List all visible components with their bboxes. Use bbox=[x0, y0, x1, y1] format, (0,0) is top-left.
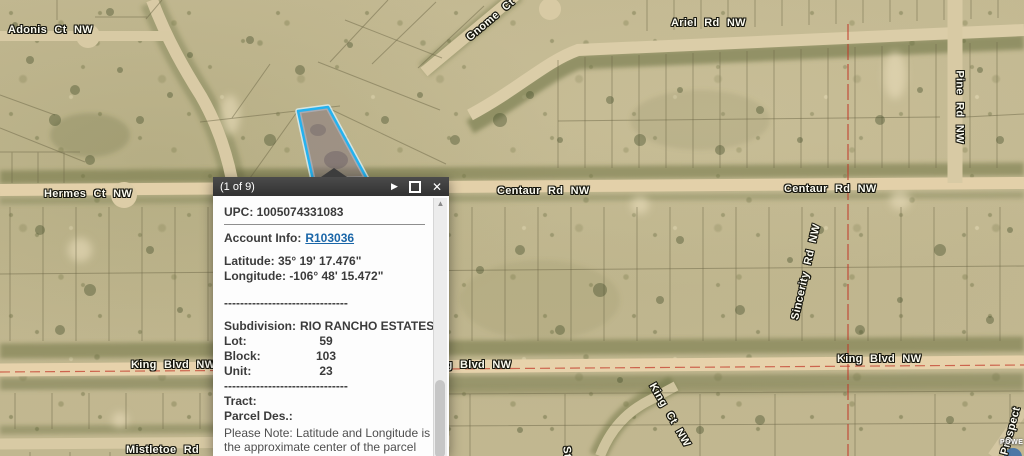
popup-scrollbar[interactable]: ▲ bbox=[433, 198, 447, 456]
street-label-pine-rd: Pine Rd NW bbox=[954, 70, 966, 143]
subdivision-label: Subdivision: bbox=[224, 319, 296, 333]
longitude-line: Longitude: -106° 48' 15.472" bbox=[224, 269, 425, 284]
account-line: Account Info: R103036 bbox=[224, 231, 425, 246]
street-label-centaur-rd-left: Centaur Rd NW bbox=[497, 185, 590, 197]
vegetation-bands bbox=[0, 0, 1024, 456]
unit-label: Unit: bbox=[224, 364, 304, 379]
maximize-icon[interactable] bbox=[409, 181, 421, 193]
scrollbar-thumb[interactable] bbox=[435, 380, 445, 456]
gis-map-viewer: Adonis Ct NW Gnome Ct Ariel Rd NW Pine R… bbox=[0, 0, 1024, 456]
street-label-adonis-ct: Adonis Ct NW bbox=[8, 24, 93, 36]
map-parcel-layer bbox=[0, 0, 1024, 456]
street-label-king-blvd-right: King Blvd NW bbox=[837, 353, 921, 365]
street-label-st-fragment: St bbox=[560, 446, 573, 456]
account-label: Account Info: bbox=[224, 231, 301, 245]
subdivision-line: Subdivision:RIO RANCHO ESTATES bbox=[224, 319, 425, 334]
account-link[interactable]: R103036 bbox=[305, 231, 354, 245]
parcel-des-line: Parcel Des.: bbox=[224, 409, 425, 424]
divider-rule bbox=[224, 224, 425, 225]
close-icon[interactable]: ✕ bbox=[432, 181, 442, 193]
popup-callout-arrow bbox=[321, 168, 347, 177]
block-line: Block:103 bbox=[224, 349, 425, 364]
unit-line: Unit:23 bbox=[224, 364, 425, 379]
street-label-hermes-ct: Hermes Ct NW bbox=[44, 188, 132, 200]
map-canvas[interactable]: Adonis Ct NW Gnome Ct Ariel Rd NW Pine R… bbox=[0, 0, 1024, 456]
subdivision-value: RIO RANCHO ESTATES bbox=[300, 319, 434, 333]
street-label-king-blvd-left: King Blvd NW bbox=[131, 359, 215, 371]
unit-value: 23 bbox=[304, 364, 348, 379]
popup-titlebar[interactable]: (1 of 9) ▶ ✕ bbox=[213, 177, 449, 196]
tract-line: Tract: bbox=[224, 394, 425, 409]
parcel-info-popup: (1 of 9) ▶ ✕ UPC: 1005074331083 Account … bbox=[213, 177, 449, 456]
popup-title: (1 of 9) bbox=[220, 181, 391, 193]
separator-dashes-2: ------------------------------- bbox=[224, 379, 425, 394]
street-label-ariel-rd: Ariel Rd NW bbox=[671, 17, 746, 29]
lot-line: Lot:59 bbox=[224, 334, 425, 349]
upc-line: UPC: 1005074331083 bbox=[224, 205, 425, 220]
block-value: 103 bbox=[304, 349, 348, 364]
next-result-icon[interactable]: ▶ bbox=[391, 182, 398, 191]
popup-body: UPC: 1005074331083 Account Info:R103036 … bbox=[213, 196, 449, 456]
street-label-centaur-rd-right: Centaur Rd NW bbox=[784, 183, 877, 195]
street-label-mistletoe-rd: Mistletoe Rd bbox=[126, 444, 199, 456]
block-label: Block: bbox=[224, 349, 304, 364]
popup-controls: ▶ ✕ bbox=[391, 181, 442, 193]
lot-value: 59 bbox=[304, 334, 348, 349]
latitude-line: Latitude: 35° 19' 17.476" bbox=[224, 254, 425, 269]
lot-label: Lot: bbox=[224, 334, 304, 349]
separator-dashes: ------------------------------- bbox=[224, 296, 425, 311]
powered-by-attribution: POWE bbox=[1000, 439, 1023, 446]
scroll-up-icon[interactable]: ▲ bbox=[434, 198, 447, 210]
please-note-text: Please Note: Latitude and Longitude is t… bbox=[224, 426, 436, 456]
